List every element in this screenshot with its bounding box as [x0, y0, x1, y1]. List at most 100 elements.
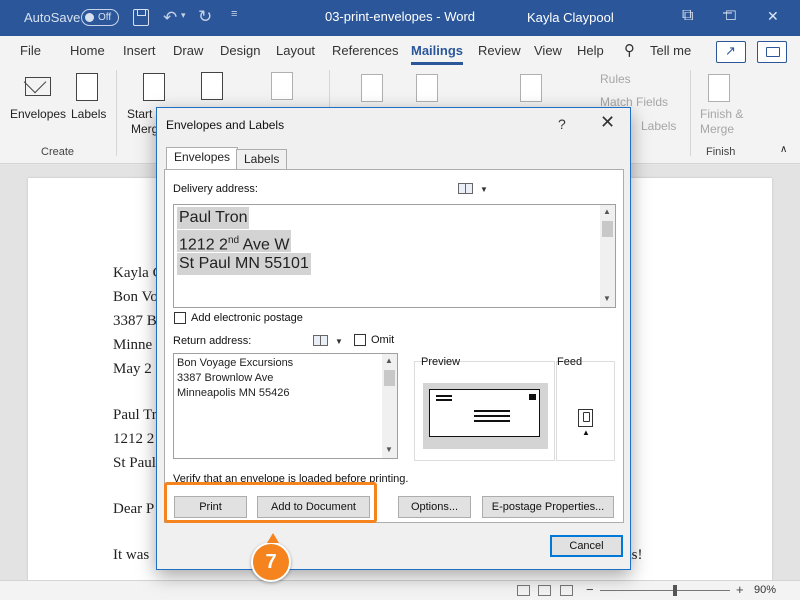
omit-checkbox[interactable]	[354, 334, 366, 346]
scroll-up-icon[interactable]: ▲	[385, 356, 393, 365]
tab-layout[interactable]: Layout	[276, 43, 315, 58]
autosave-label: AutoSave	[24, 10, 81, 25]
return-address-dropdown-icon[interactable]: ▼	[335, 337, 343, 346]
tab-labels[interactable]: Labels	[236, 149, 288, 169]
add-to-document-button[interactable]: Add to Document	[257, 496, 370, 518]
undo-dropdown-icon[interactable]: ▾	[181, 11, 186, 20]
start-merge-button[interactable]: Start	[127, 107, 152, 121]
greeting-line-icon[interactable]	[520, 74, 542, 102]
collapse-ribbon-icon[interactable]: ∧	[780, 144, 787, 155]
address-block-icon[interactable]	[416, 74, 438, 102]
tab-envelopes[interactable]: Envelopes	[166, 147, 239, 170]
return-line	[436, 395, 452, 397]
update-labels-button[interactable]: Labels	[641, 119, 676, 133]
tab-home[interactable]: Home	[70, 43, 105, 58]
scroll-thumb[interactable]	[384, 370, 395, 386]
scroll-down-icon[interactable]: ▼	[603, 294, 611, 303]
doc-line: May 2	[113, 361, 152, 377]
address-book-dropdown-icon[interactable]: ▼	[480, 185, 488, 194]
zoom-slider[interactable]	[600, 590, 730, 591]
tab-mailings[interactable]: Mailings	[411, 43, 463, 58]
envelope-preview[interactable]: Preview	[414, 356, 555, 461]
search-icon[interactable]: ⚲	[624, 41, 635, 59]
stamp-mark	[529, 394, 536, 400]
feed-preview[interactable]: Feed	[556, 356, 615, 461]
doc-line: Paul Tr	[113, 407, 157, 423]
tab-insert[interactable]: Insert	[123, 43, 156, 58]
undo-icon[interactable]: ↶	[163, 9, 177, 26]
comments-button[interactable]	[757, 41, 787, 63]
tab-draw[interactable]: Draw	[173, 43, 203, 58]
finish-group-label: Finish	[706, 146, 736, 158]
envelope-preview-icon	[429, 389, 540, 437]
zoom-in-button[interactable]: +	[736, 582, 744, 597]
omit-label: Omit	[371, 334, 395, 346]
rules-button[interactable]: Rules	[600, 72, 631, 86]
tab-review[interactable]: Review	[478, 43, 521, 58]
save-icon[interactable]	[133, 9, 149, 26]
labels-icon	[76, 73, 98, 101]
user-name[interactable]: Kayla Claypool	[527, 10, 614, 25]
envelopes-panel: Delivery address: ▼ Paul Tron 1212 2nd A…	[164, 169, 624, 523]
preview-image	[423, 383, 548, 449]
autosave-toggle[interactable]: Off	[81, 9, 119, 26]
zoom-slider-thumb[interactable]	[673, 585, 677, 596]
cancel-button[interactable]: Cancel	[550, 535, 623, 557]
web-layout-icon[interactable]	[560, 585, 573, 596]
group-separator	[116, 70, 117, 156]
ribbon-display-icon[interactable]: ⧉	[682, 7, 693, 25]
scroll-down-icon[interactable]: ▼	[385, 445, 393, 454]
help-button[interactable]: ?	[558, 116, 566, 132]
options-button[interactable]: Options...	[398, 496, 471, 518]
ribbon-tab-bar: File Home Insert Draw Design Layout Refe…	[0, 36, 800, 66]
return-address-book-icon[interactable]	[313, 335, 328, 346]
delivery-address-input[interactable]: Paul Tron 1212 2nd Ave W St Paul MN 5510…	[173, 204, 616, 308]
epostage-properties-button[interactable]: E-postage Properties...	[482, 496, 614, 518]
tab-design[interactable]: Design	[220, 43, 260, 58]
return-address-label: Return address:	[173, 335, 252, 347]
redo-icon[interactable]: ↻	[198, 8, 212, 25]
share-button[interactable]	[716, 41, 746, 63]
tab-references[interactable]: References	[332, 43, 398, 58]
labels-button[interactable]: Labels	[71, 107, 106, 121]
feed-label: Feed	[557, 356, 583, 368]
maximize-icon[interactable]: ☐	[725, 8, 737, 24]
zoom-out-button[interactable]: −	[586, 582, 594, 597]
customize-toolbar-icon[interactable]: ≡	[231, 9, 237, 20]
verify-envelope-text: Verify that an envelope is loaded before…	[173, 473, 409, 485]
delivery-line-street: 1212 2nd Ave W	[177, 230, 292, 253]
status-bar: − + 90%	[0, 580, 800, 600]
address-book-icon[interactable]	[458, 183, 473, 194]
window-close-icon[interactable]: ✕	[767, 8, 779, 25]
envelopes-button[interactable]: Envelopes	[10, 107, 66, 121]
tab-help[interactable]: Help	[577, 43, 604, 58]
select-recipients-icon[interactable]	[201, 72, 223, 100]
print-layout-icon[interactable]	[538, 585, 551, 596]
dialog-close-button[interactable]: ✕	[600, 112, 615, 133]
read-mode-icon[interactable]	[517, 585, 530, 596]
scroll-up-icon[interactable]: ▲	[603, 207, 611, 216]
doc-line: Dear P	[113, 501, 155, 517]
doc-line: 3387 B	[113, 313, 157, 329]
title-bar: AutoSave Off ↶ ▾ ↻ ≡ 03-print-envelopes …	[0, 0, 800, 36]
dialog-title: Envelopes and Labels	[166, 118, 285, 132]
doc-line: 1212 2	[113, 431, 155, 447]
envelope-icon	[25, 77, 51, 96]
print-button[interactable]: Print	[174, 496, 247, 518]
highlight-fields-icon[interactable]	[361, 74, 383, 102]
delivery-line-name: Paul Tron	[177, 207, 250, 229]
finish-merge-button[interactable]: Finish &	[700, 107, 743, 121]
electronic-postage-label: Add electronic postage	[191, 312, 303, 324]
electronic-postage-checkbox[interactable]	[174, 312, 186, 324]
delivery-scrollbar[interactable]: ▲ ▼	[600, 205, 615, 307]
zoom-level[interactable]: 90%	[754, 584, 776, 596]
scroll-thumb[interactable]	[602, 221, 613, 237]
edit-recipients-icon[interactable]	[271, 72, 293, 100]
delivery-line-city: St Paul MN 55101	[177, 253, 311, 275]
tab-view[interactable]: View	[534, 43, 562, 58]
group-separator	[690, 70, 691, 156]
return-address-input[interactable]: Bon Voyage Excursions 3387 Brownlow Ave …	[173, 353, 398, 459]
tell-me[interactable]: Tell me	[650, 43, 691, 58]
return-scrollbar[interactable]: ▲ ▼	[382, 354, 397, 458]
tab-file[interactable]: File	[20, 43, 41, 58]
